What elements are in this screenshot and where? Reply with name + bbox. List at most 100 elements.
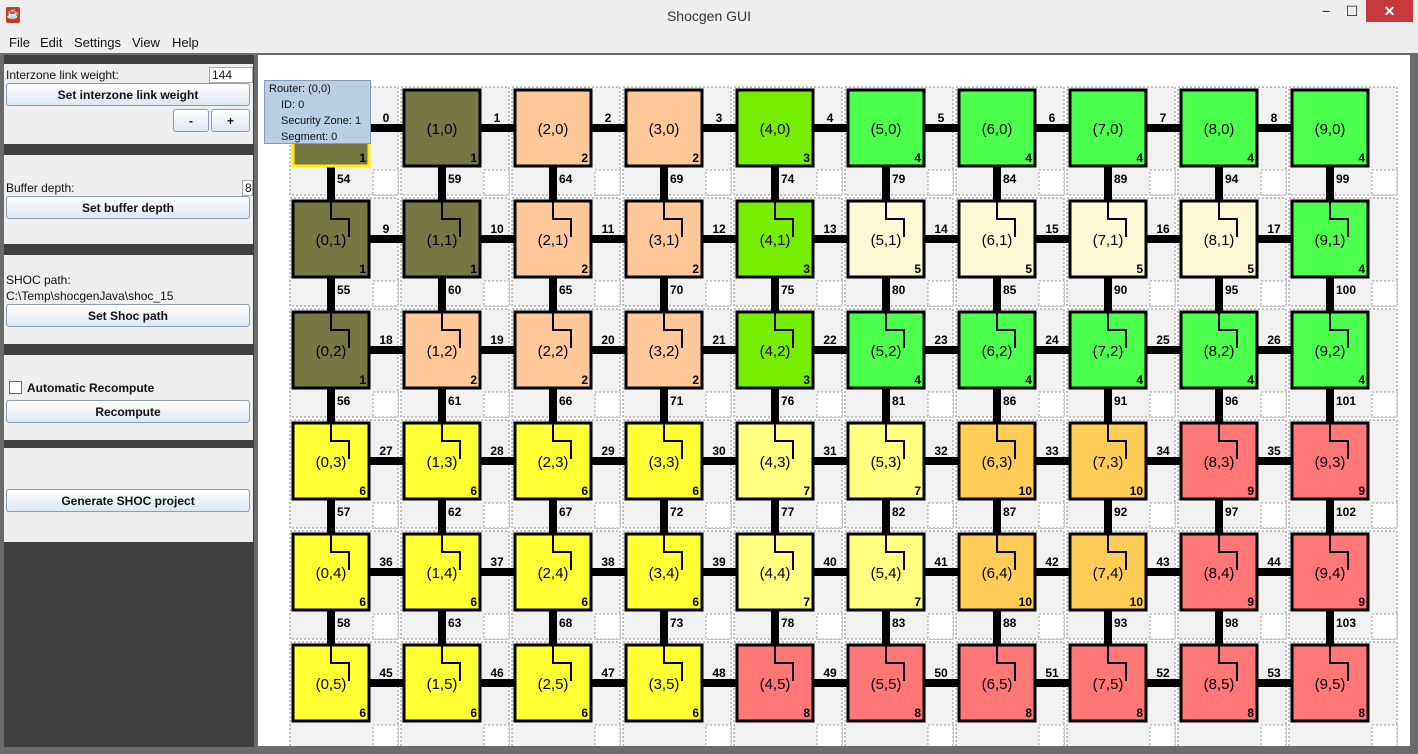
router-zone-label: 3 [803,151,810,165]
interzone-panel: Interzone link weight: 144 Set interzone… [4,64,253,144]
vertical-link-label: 65 [559,283,573,297]
segment-slot [594,724,621,751]
vertical-link-label: 58 [337,616,351,630]
segment-slot [1149,391,1176,418]
horizontal-link-label: 50 [934,666,948,680]
router-zone-label: 6 [692,595,699,609]
router-zone-label: 7 [803,484,810,498]
segment-slot [705,169,732,196]
router-coordinate-label: (2,0) [538,121,569,138]
horizontal-link-label: 0 [383,111,390,125]
horizontal-link-label: 40 [823,555,837,569]
decrease-weight-button[interactable]: - [173,109,209,132]
router-zone-label: 6 [359,706,366,720]
segment-slot [1038,169,1065,196]
set-shoc-path-button[interactable]: Set Shoc path [6,304,250,327]
menu-view[interactable]: View [132,35,160,50]
router-coordinate-label: (3,2) [649,343,680,360]
tooltip-segment: Segment: 0 [281,131,338,143]
horizontal-link-label: 46 [490,666,504,680]
router-coordinate-label: (3,1) [649,232,680,249]
router-zone-label: 5 [1136,262,1143,276]
router-coordinate-label: (4,5) [760,676,791,693]
router-zone-label: 9 [1247,484,1254,498]
noc-mesh-graph: 0 1 2 3 4 5 6 7 89 10 11 12 13 14 15 16 1718 19 20 21 22 23 24… [289,86,1398,751]
minimize-button[interactable]: − [1313,0,1339,22]
vertical-link-label: 59 [448,172,462,186]
router-zone-label: 6 [470,706,477,720]
segment-slot [1371,502,1398,529]
vertical-link-label: 101 [1336,394,1356,408]
router-coordinate-label: (6,2) [982,343,1013,360]
router-zone-label: 4 [1136,151,1143,165]
router-coordinate-label: (9,4) [1315,565,1346,582]
router-coordinate-label: (1,0) [427,121,458,138]
horizontal-link-label: 23 [934,333,948,347]
router-zone-label: 2 [470,373,477,387]
router-zone-label: 5 [914,262,921,276]
router-coordinate-label: (0,2) [316,343,347,360]
router-zone-label: 6 [581,484,588,498]
router-coordinate-label: (1,3) [427,454,458,471]
router-coordinate-label: (4,3) [760,454,791,471]
router-coordinate-label: (2,5) [538,676,569,693]
router-zone-label: 1 [470,262,477,276]
router-coordinate-label: (9,3) [1315,454,1346,471]
horizontal-link-label: 29 [601,444,615,458]
shoc-path-panel: SHOC path: C:\Temp\shocgenJava\shoc_15 S… [4,255,253,344]
maximize-button[interactable]: ☐ [1339,0,1365,22]
noc-canvas[interactable]: 0 1 2 3 4 5 6 7 8 9 10 11 12 13 14 15 16 17 18 19 20 21 22 23 24… [258,55,1410,751]
vertical-link-label: 61 [448,394,462,408]
close-button[interactable]: ✕ [1366,0,1413,22]
horizontal-link-label: 36 [379,555,393,569]
vertical-link-label: 79 [892,172,906,186]
horizontal-link-label: 43 [1156,555,1170,569]
horizontal-link-label: 7 [1160,111,1167,125]
horizontal-link-label: 12 [712,222,726,236]
vertical-link-label: 87 [1003,505,1017,519]
router-coordinate-label: (1,2) [427,343,458,360]
router-coordinate-label: (0,3) [316,454,347,471]
automatic-recompute-checkbox[interactable] [9,381,22,394]
router-coordinate-label: (2,3) [538,454,569,471]
menu-edit[interactable]: Edit [40,35,62,50]
recompute-button[interactable]: Recompute [6,400,250,423]
generate-panel: Generate SHOC project [4,448,253,542]
increase-weight-button[interactable]: + [211,109,250,132]
set-interzone-link-weight-button[interactable]: Set interzone link weight [6,83,250,106]
router-zone-label: 4 [1358,262,1365,276]
segment-slot [705,391,732,418]
vertical-link-label: 98 [1225,616,1239,630]
vertical-link-label: 86 [1003,394,1017,408]
generate-shoc-project-button[interactable]: Generate SHOC project [6,489,250,512]
router-zone-label: 4 [1025,151,1032,165]
menu-file[interactable]: File [9,35,30,50]
horizontal-link-label: 41 [934,555,948,569]
router-zone-label: 7 [803,595,810,609]
vertical-link-label: 99 [1336,172,1350,186]
router-coordinate-label: (7,5) [1093,676,1124,693]
vertical-link-label: 72 [670,505,684,519]
vertical-link-label: 78 [781,616,795,630]
router-zone-label: 2 [581,262,588,276]
menu-help[interactable]: Help [172,35,199,50]
menu-settings[interactable]: Settings [74,35,121,50]
router-zone-label: 4 [1136,373,1143,387]
set-buffer-depth-button[interactable]: Set buffer depth [6,196,250,219]
router-zone-label: 7 [914,595,921,609]
vertical-link-label: 96 [1225,394,1239,408]
router-coordinate-label: (9,2) [1315,343,1346,360]
horizontal-link-label: 5 [938,111,945,125]
control-sidebar: Interzone link weight: 144 Set interzone… [4,55,254,747]
router-zone-label: 8 [1247,706,1254,720]
buffer-depth-input[interactable]: 8 [242,180,253,196]
segment-slot [483,280,510,307]
segment-slot [1149,280,1176,307]
segment-slot [927,169,954,196]
router-coordinate-label: (3,0) [649,121,680,138]
vertical-link-label: 82 [892,505,906,519]
shoc-path-value: C:\Temp\shocgenJava\shoc_15 [6,289,174,303]
router-zone-label: 8 [914,706,921,720]
router-zone-label: 4 [1247,373,1254,387]
interzone-link-weight-input[interactable]: 144 [209,67,253,83]
